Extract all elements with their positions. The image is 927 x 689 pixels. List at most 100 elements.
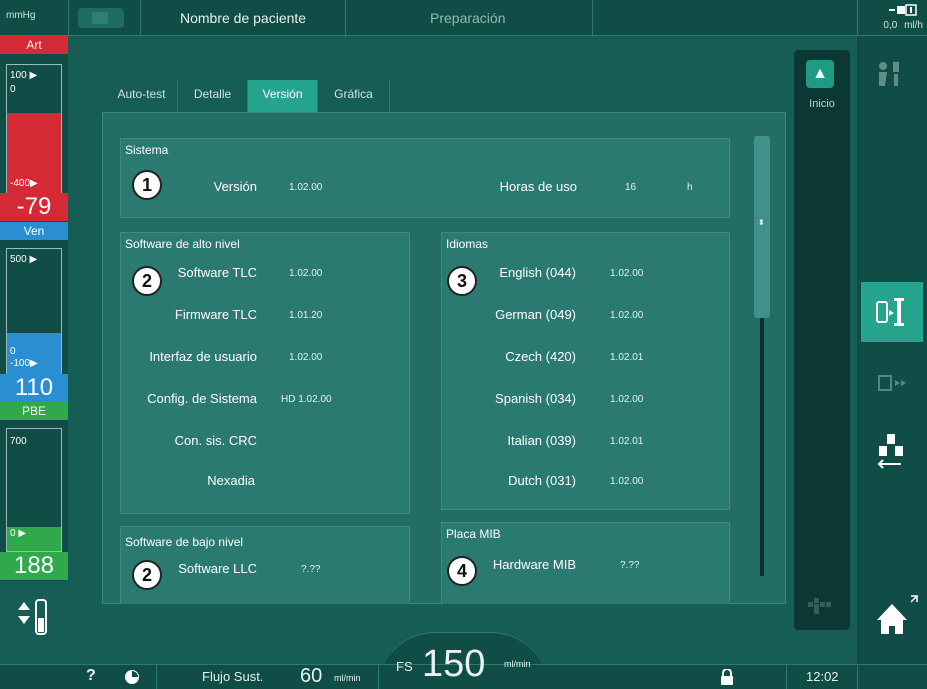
reinfusion-icon xyxy=(877,434,903,469)
lang-dutch-label: Dutch (031) xyxy=(508,473,576,488)
flow-sust-value[interactable]: 60 xyxy=(300,665,322,688)
scroll-thumb[interactable]: ⬍ xyxy=(754,136,770,318)
lang-german-value: 1.02.00 xyxy=(610,310,644,321)
interfaz-value: 1.02.00 xyxy=(289,352,323,363)
software-llc-value: ?.?? xyxy=(301,564,321,575)
fs-value[interactable]: 150 xyxy=(422,643,485,686)
ven-value: 110 xyxy=(0,374,68,402)
lang-spanish-label: Spanish (034) xyxy=(495,391,576,406)
dialyzer-icon xyxy=(876,298,904,326)
art-top-tick: 100 ▶ xyxy=(10,70,38,81)
pressure-unit: mmHg xyxy=(6,10,36,21)
preparation-button[interactable] xyxy=(861,282,923,342)
timer-icon[interactable] xyxy=(124,669,140,685)
level-adjust-icon[interactable] xyxy=(10,598,54,638)
ven-zero-tick: 0 xyxy=(10,346,16,357)
version-value: 1.02.00 xyxy=(289,182,323,193)
pbe-zero-tick: 0 ▶ xyxy=(10,528,27,539)
nexadia-label: Nexadia xyxy=(207,473,255,488)
lang-dutch-value: 1.02.00 xyxy=(610,476,644,487)
heparin-rate-value: 0,0 xyxy=(883,20,898,31)
art-zero-tick: 0 xyxy=(10,84,16,95)
inicio-label: Inicio xyxy=(809,98,835,110)
patient-connect-button[interactable] xyxy=(861,44,923,104)
hours-unit: h xyxy=(687,182,693,193)
tab-auto-test[interactable]: Auto-test xyxy=(106,80,178,112)
ven-pressure[interactable]: Ven 500 ▶ 0 -100▶ 110 xyxy=(0,222,68,408)
therapy-icon xyxy=(878,375,906,391)
ven-label: Ven xyxy=(0,222,68,240)
divider xyxy=(156,665,157,689)
fs-unit: ml/min xyxy=(504,659,531,669)
app-root: mmHg Nombre de paciente Preparación 0,0 … xyxy=(0,0,927,689)
hardware-mib-value: ?.?? xyxy=(620,560,640,571)
bajo-nivel-title: Software de bajo nivel xyxy=(125,535,244,549)
heparin-rate-unit: ml/h xyxy=(904,20,923,31)
tab-grafica[interactable]: Gráfica xyxy=(318,80,390,112)
lang-czech-label: Czech (420) xyxy=(505,349,576,364)
scroll-arrows-icon: ⬍ xyxy=(758,218,765,227)
pbe-top-tick: 700 xyxy=(10,436,27,447)
divider xyxy=(68,0,69,36)
callout-badge: 2 xyxy=(132,266,162,296)
lang-italian-value: 1.02.01 xyxy=(610,436,644,447)
phase-label: Preparación xyxy=(430,10,506,26)
divider xyxy=(786,665,787,689)
heparin-rate: 0,0 ml/h xyxy=(883,20,923,31)
home-icon xyxy=(877,595,918,634)
home-up-button[interactable]: ▲ xyxy=(806,60,834,88)
firmware-tlc-label: Firmware TLC xyxy=(174,307,257,322)
art-pressure[interactable]: Art 100 ▶ 0 -400▶ -79 xyxy=(0,36,68,224)
flow-sust-label: Flujo Sust. xyxy=(202,669,264,684)
art-bottom-tick: -400▶ xyxy=(10,178,38,189)
callout-badge: 2 xyxy=(132,560,162,590)
con-sis-crc-label: Con. sis. CRC xyxy=(174,433,257,448)
fs-label: FS xyxy=(396,659,413,674)
pbe-pressure[interactable]: PBE 700 0 ▶ 188 xyxy=(0,402,68,582)
disconnect-button[interactable] xyxy=(861,422,923,482)
hours-label: Horas de uso xyxy=(499,179,577,194)
idiomas-title: Idiomas xyxy=(446,237,489,251)
lang-spanish-value: 1.02.00 xyxy=(610,394,644,405)
top-bar: mmHg Nombre de paciente Preparación 0,0 … xyxy=(0,0,927,36)
therapy-button[interactable] xyxy=(861,354,923,414)
tab-detalle[interactable]: Detalle xyxy=(178,80,248,112)
config-sistema-label: Config. de Sistema xyxy=(147,391,257,406)
status-bar: ? Flujo Sust. 60 ml/min FS 150 ml/min 12… xyxy=(0,643,927,689)
hours-value: 16 xyxy=(625,182,637,193)
firmware-tlc-value: 1.01.20 xyxy=(289,310,323,321)
alto-nivel-title: Software de alto nivel xyxy=(125,237,240,251)
lang-czech-value: 1.02.01 xyxy=(610,352,644,363)
help-button[interactable]: ? xyxy=(86,667,96,685)
callout-badge: 1 xyxy=(132,170,162,200)
placa-mib-title: Placa MIB xyxy=(446,527,501,541)
software-tlc-value: 1.02.00 xyxy=(289,268,323,279)
sistema-section: Sistema Versión 1.02.00 Horas de uso 16 … xyxy=(120,138,730,218)
lock-icon[interactable] xyxy=(720,669,734,685)
flow-sust-unit: ml/min xyxy=(334,673,361,683)
home-button[interactable] xyxy=(861,592,923,652)
action-strip: ▲ Inicio xyxy=(794,50,850,630)
lang-german-label: German (049) xyxy=(495,307,576,322)
pbe-value: 188 xyxy=(0,552,68,580)
divider xyxy=(140,0,141,36)
patient-connect-icon xyxy=(879,62,899,86)
pbe-label: PBE xyxy=(0,402,68,420)
tab-version[interactable]: Versión xyxy=(248,80,318,112)
ven-top-tick: 500 ▶ xyxy=(10,254,38,265)
menu-icon[interactable] xyxy=(78,8,124,28)
pressure-column: Art 100 ▶ 0 -400▶ -79 Ven 500 ▶ 0 -100▶ … xyxy=(0,36,68,635)
bajo-nivel-section: Software de bajo nivel Software LLC ?.?? xyxy=(120,526,410,604)
lang-italian-label: Italian (039) xyxy=(507,433,576,448)
version-label: Versión xyxy=(213,179,257,194)
divider xyxy=(378,665,379,689)
alto-nivel-section: Software de alto nivel Software TLC 1.02… xyxy=(120,232,410,514)
grid-dots-icon xyxy=(808,598,831,614)
config-sistema-value: HD 1.02.00 xyxy=(281,394,332,405)
divider xyxy=(592,0,593,36)
panel-scrollbar[interactable]: ⬍ xyxy=(754,136,770,576)
lang-english-value: 1.02.00 xyxy=(610,268,644,279)
patient-name[interactable]: Nombre de paciente xyxy=(180,10,306,26)
divider xyxy=(857,665,858,689)
divider xyxy=(345,0,346,36)
